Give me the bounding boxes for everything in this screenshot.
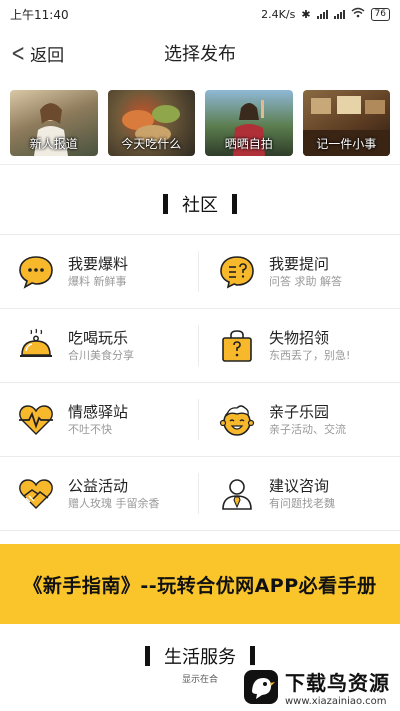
chat-bubble-icon — [19, 255, 53, 289]
item-subtitle: 有问题找老魏 — [269, 496, 335, 510]
food-cloche-icon — [20, 328, 52, 357]
community-header: 社区 — [0, 174, 400, 234]
banner-thumbnails: 新人报道 今天吃什么 晒晒自拍 记一件小事 — [0, 78, 400, 164]
community-grid: 我要爆料 爆料 新鲜事 我要提问 问答 求助 解答 吃喝玩乐 合川美食分享 失物… — [0, 235, 400, 531]
banner-label: 记一件小事 — [316, 137, 377, 151]
guide-banner[interactable]: 《新手指南》--玩转合优网APP必看手册 — [0, 544, 400, 624]
item-advice[interactable]: 建议咨询 有问题找老魏 — [199, 457, 400, 530]
network-speed: 2.4K/s — [261, 7, 296, 21]
watermark: 下载鸟资源 www.xiazainiao.com — [237, 665, 396, 709]
item-name: 失物招领 — [269, 328, 330, 347]
guide-banner-text: 《新手指南》--玩转合优网APP必看手册 — [23, 574, 377, 597]
banner-selfie[interactable]: 晒晒自拍 — [205, 90, 293, 156]
grid-row: 吃喝玩乐 合川美食分享 失物招领 东西丢了，别急! — [0, 309, 400, 383]
question-bubble-icon — [220, 255, 254, 288]
child-face-icon — [219, 404, 255, 436]
item-name: 吃喝玩乐 — [68, 328, 129, 347]
item-subtitle: 赠人玫瑰 手留余香 — [68, 496, 160, 510]
nav-header: < 返回 选择发布 — [0, 28, 400, 78]
banner-newcomer[interactable]: 新人报道 — [10, 90, 98, 156]
item-parenting[interactable]: 亲子乐园 亲子活动、交流 — [199, 383, 400, 456]
title-bar-left — [163, 194, 168, 214]
back-label: 返回 — [30, 45, 65, 66]
bird-logo-icon — [244, 670, 278, 704]
page: 上午11:40 2.4K/s ✱ 76 < 返回 选择发布 新人报道 今天吃什么… — [0, 0, 400, 711]
title-bar-right — [250, 646, 255, 666]
item-charity[interactable]: 公益活动 赠人玫瑰 手留余香 — [0, 457, 199, 530]
item-food[interactable]: 吃喝玩乐 合川美食分享 — [0, 309, 199, 382]
watermark-title: 下载鸟资源 — [285, 671, 390, 695]
battery-icon: 76 — [370, 7, 390, 21]
signal-icon-2 — [333, 9, 345, 19]
back-button[interactable]: < 返回 — [8, 28, 64, 78]
item-name: 亲子乐园 — [269, 402, 330, 421]
item-question[interactable]: 我要提问 问答 求助 解答 — [199, 235, 400, 308]
community-title: 社区 — [182, 195, 218, 216]
grid-row: 我要爆料 爆料 新鲜事 我要提问 问答 求助 解答 — [0, 235, 400, 309]
heartbeat-icon — [19, 404, 53, 435]
life-services-title: 生活服务 — [164, 647, 236, 668]
banner-story[interactable]: 记一件小事 — [302, 90, 390, 156]
grid-row: 公益活动 赠人玫瑰 手留余香 建议咨询 有问题找老魏 — [0, 457, 400, 531]
title-bar-left — [145, 646, 150, 666]
title-bar-right — [232, 194, 237, 214]
banner-label: 晒晒自拍 — [224, 137, 273, 151]
heart-hands-icon — [19, 478, 53, 509]
wifi-icon — [351, 7, 365, 21]
item-lost-found[interactable]: 失物招领 东西丢了，别急! — [199, 309, 400, 382]
banner-food[interactable]: 今天吃什么 — [107, 90, 195, 156]
page-title: 选择发布 — [164, 44, 236, 65]
item-subtitle: 不吐不快 — [68, 422, 112, 436]
chevron-left-icon: < — [11, 39, 26, 67]
divider — [0, 164, 400, 174]
signal-icon — [316, 9, 328, 19]
item-name: 建议咨询 — [269, 476, 330, 495]
person-tie-icon — [222, 478, 252, 510]
item-emotion[interactable]: 情感驿站 不吐不快 — [0, 383, 199, 456]
item-name: 我要提问 — [269, 254, 330, 273]
status-bar: 上午11:40 2.4K/s ✱ 76 — [0, 0, 400, 28]
item-report[interactable]: 我要爆料 爆料 新鲜事 — [0, 235, 199, 308]
banner-label: 新人报道 — [29, 137, 78, 151]
item-subtitle: 合川美食分享 — [68, 348, 134, 362]
item-name: 我要爆料 — [68, 254, 129, 273]
status-time: 上午11:40 — [10, 7, 69, 22]
item-subtitle: 东西丢了，别急! — [269, 348, 351, 362]
lost-bag-icon — [222, 329, 252, 362]
item-subtitle: 问答 求助 解答 — [269, 274, 342, 288]
bluetooth-icon: ✱ — [301, 7, 311, 21]
banner-label: 今天吃什么 — [121, 137, 182, 151]
item-subtitle: 亲子活动、交流 — [269, 422, 346, 436]
item-name: 情感驿站 — [68, 402, 129, 421]
watermark-url: www.xiazainiao.com — [285, 696, 387, 707]
item-name: 公益活动 — [68, 476, 129, 495]
item-subtitle: 爆料 新鲜事 — [68, 274, 127, 288]
grid-row: 情感驿站 不吐不快 亲子乐园 亲子活动、交流 — [0, 383, 400, 457]
